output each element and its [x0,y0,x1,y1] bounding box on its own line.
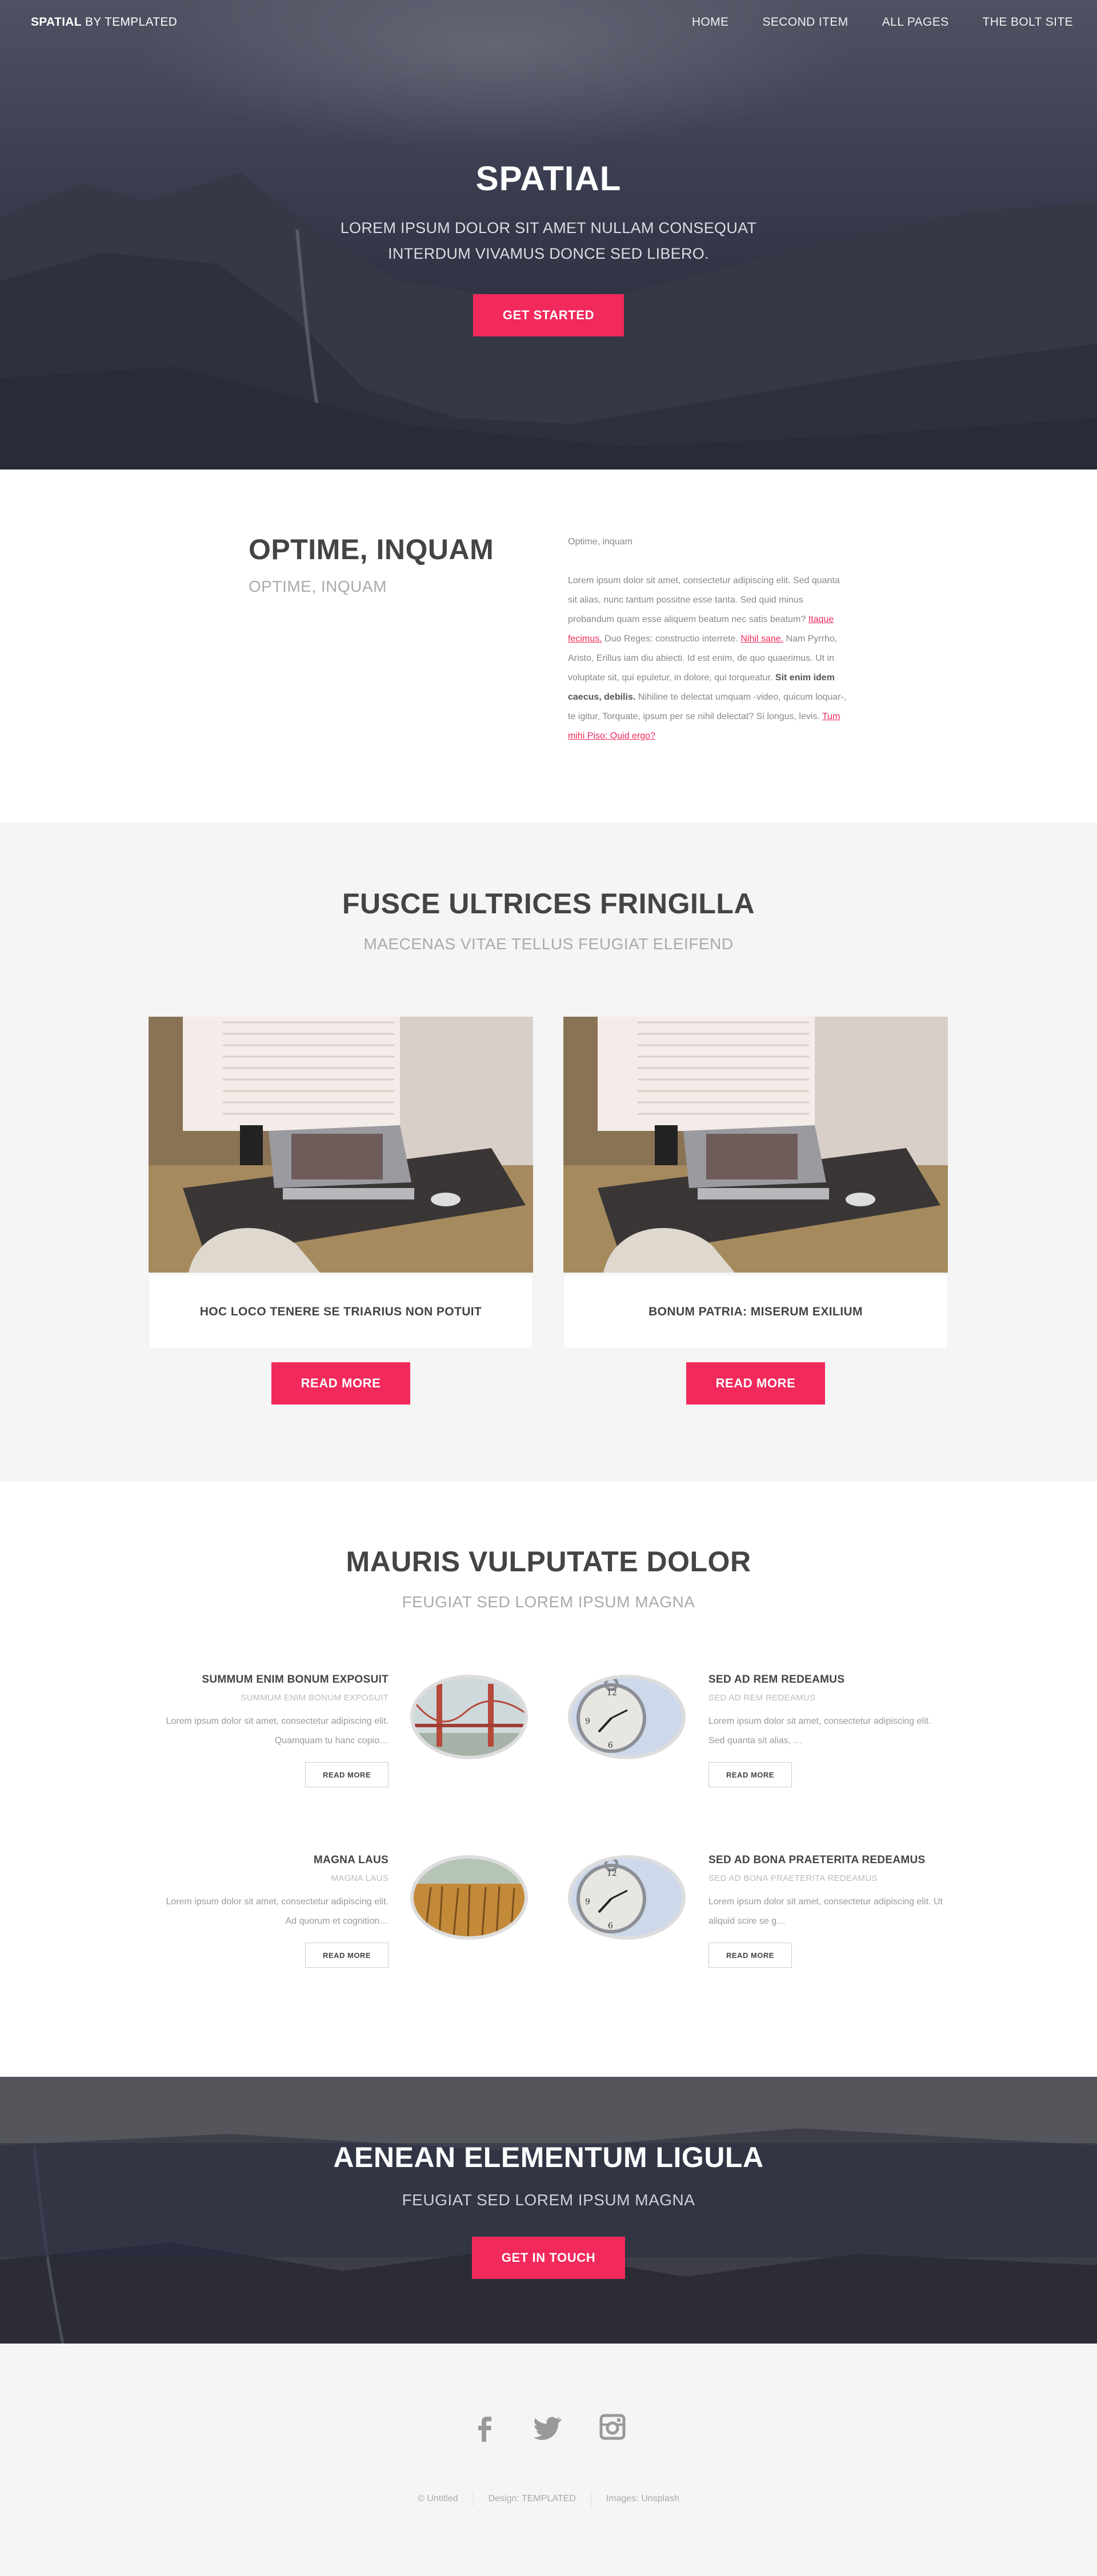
wheat-field-image [414,1859,525,1936]
read-more-button[interactable]: READ MORE [708,1762,792,1787]
card: HOC LOCO TENERE SE TRIARIUS NON POTUIT R… [149,1017,533,1405]
intro-body: Optime, inquam Lorem ipsum dolor sit ame… [568,532,848,746]
nav-bolt-site[interactable]: THE BOLT SITE [983,15,1073,29]
feature-heading: SED AD BONA PRAETERITA REDEAMUS [708,1854,926,1866]
read-more-button[interactable]: READ MORE [305,1762,389,1787]
desk-laptop-image[interactable] [563,1017,948,1273]
card-grid: HOC LOCO TENERE SE TRIARIUS NON POTUIT R… [149,1017,948,1405]
copyright: © Untitled Design: TEMPLATED Images: Uns… [0,2491,1097,2507]
hero-banner: SPATIAL BY TEMPLATED HOME SECOND ITEM AL… [0,0,1097,470]
feature-subheading: SUMMUM ENIM BONUM EXPOSUIT [241,1693,389,1703]
copyright-text: © Untitled [418,2494,458,2503]
fusce-subtitle: MAECENAS VITAE TELLUS FEUGIAT ELEIFEND [363,935,734,953]
feature-heading: MAGNA LAUS [313,1854,389,1866]
desk-laptop-image[interactable] [149,1017,533,1273]
hero-subtitle: LOREM IPSUM DOLOR SIT AMET NULLAM CONSEQ… [340,219,757,262]
cta-content: AENEAN ELEMENTUM LIGULA FEUGIAT SED LORE… [0,2141,1097,2279]
read-more-button[interactable]: READ MORE [305,1943,389,1968]
read-more-button[interactable]: READ MORE [271,1362,411,1405]
feature-image-oval[interactable] [410,1855,528,1940]
feature-image-oval[interactable]: 12 9 6 [568,1855,686,1940]
feature-text: SED AD REM REDEAMUS SED AD REM REDEAMUS … [708,1674,944,1787]
feature-text-body: Lorem ipsum dolor sit amet, consectetur … [166,1897,389,1926]
read-more-button[interactable]: READ MORE [708,1943,792,1968]
feature-heading: SUMMUM ENIM BONUM EXPOSUIT [202,1674,389,1686]
intro-text-2: Duo Reges: constructio interrete. [602,634,741,644]
golden-gate-bridge-image [414,1678,525,1756]
intro-title: OPTIME, INQUAM [249,533,494,565]
footer: © Untitled Design: TEMPLATED Images: Uns… [0,2344,1097,2576]
feature-text-body: Lorem ipsum dolor sit amet, consectetur … [708,1897,943,1926]
feature-subheading: MAGNA LAUS [331,1873,389,1883]
fusce-section: FUSCE ULTRICES FRINGILLA MAECENAS VITAE … [0,822,1097,1482]
fusce-title: FUSCE ULTRICES FRINGILLA [342,888,755,920]
top-navigation-bar: SPATIAL BY TEMPLATED HOME SECOND ITEM AL… [0,0,1097,45]
hero-content: SPATIAL LOREM IPSUM DOLOR SIT AMET NULLA… [0,159,1097,336]
svg-text:9: 9 [585,1717,590,1726]
card-button-wrap: READ MORE [149,1362,533,1405]
cta-title: AENEAN ELEMENTUM LIGULA [333,2141,764,2173]
feature-text: MAGNA LAUS MAGNA LAUS Lorem ipsum dolor … [153,1854,389,1968]
mauris-section: MAURIS VULPUTATE DOLOR FEUGIAT SED LOREM… [0,1482,1097,2077]
instagram-icon[interactable] [598,2412,627,2442]
intro-link-nihil[interactable]: Nihil sane. [740,634,783,644]
cta-section: AENEAN ELEMENTUM LIGULA FEUGIAT SED LORE… [0,2077,1097,2344]
feature-subheading: SED AD BONA PRAETERITA REDEAMUS [708,1873,878,1883]
main-nav: HOME SECOND ITEM ALL PAGES THE BOLT SITE [692,15,1073,29]
card-button-wrap: READ MORE [563,1362,948,1405]
feature-image-oval[interactable] [410,1675,528,1759]
card: BONUM PATRIA: MISERUM EXILIUM READ MORE [563,1017,948,1405]
intro-small-heading: Optime, inquam [568,537,632,547]
intro-text-1: Lorem ipsum dolor sit amet, consectetur … [568,576,840,624]
feature-image-oval[interactable]: 12 9 6 [568,1675,686,1759]
get-started-button[interactable]: GET STARTED [473,294,624,336]
social-icons [0,2412,1097,2442]
brand-logo[interactable]: SPATIAL BY TEMPLATED [31,15,177,29]
feature-text: SED AD BONA PRAETERITA REDEAMUS SED AD B… [708,1854,944,1968]
feature-text-body: Lorem ipsum dolor sit amet, consectetur … [708,1716,931,1746]
svg-text:12: 12 [607,1688,617,1698]
feature-text: SUMMUM ENIM BONUM EXPOSUIT SUMMUM ENIM B… [153,1674,389,1787]
pocket-watch-image: 12 9 6 [571,1678,682,1756]
card-caption[interactable]: HOC LOCO TENERE SE TRIARIUS NON POTUIT [149,1275,533,1349]
feature-heading: SED AD REM REDEAMUS [708,1674,845,1686]
mauris-subtitle: FEUGIAT SED LOREM IPSUM MAGNA [402,1593,695,1611]
facebook-icon[interactable] [470,2412,499,2442]
hero-title: SPATIAL [475,159,622,198]
get-in-touch-button[interactable]: GET IN TOUCH [471,2237,626,2279]
mauris-title: MAURIS VULPUTATE DOLOR [346,1546,751,1578]
nav-second-item[interactable]: SECOND ITEM [762,15,848,29]
pocket-watch-image: 12 9 6 [571,1859,682,1936]
cta-subtitle: FEUGIAT SED LOREM IPSUM MAGNA [402,2191,695,2209]
images-credit[interactable]: Images: Unsplash [590,2491,694,2507]
svg-text:9: 9 [585,1897,590,1907]
svg-text:6: 6 [608,1921,613,1931]
intro-paragraph: Lorem ipsum dolor sit amet, consectetur … [568,571,848,746]
twitter-icon[interactable] [533,2412,563,2442]
svg-text:12: 12 [607,1869,617,1878]
card-caption[interactable]: BONUM PATRIA: MISERUM EXILIUM [563,1275,948,1349]
feature-text-body: Lorem ipsum dolor sit amet, consectetur … [166,1716,389,1746]
design-credit[interactable]: Design: TEMPLATED [473,2491,591,2507]
intro-heading-group: OPTIME, INQUAM OPTIME, INQUAM [249,533,494,596]
nav-all-pages[interactable]: ALL PAGES [882,15,949,29]
intro-section: OPTIME, INQUAM OPTIME, INQUAM Optime, in… [0,470,1097,822]
svg-text:6: 6 [608,1741,613,1750]
feature-subheading: SED AD REM REDEAMUS [708,1693,816,1703]
intro-subtitle: OPTIME, INQUAM [249,577,387,595]
nav-home[interactable]: HOME [692,15,729,29]
read-more-button[interactable]: READ MORE [686,1362,826,1405]
